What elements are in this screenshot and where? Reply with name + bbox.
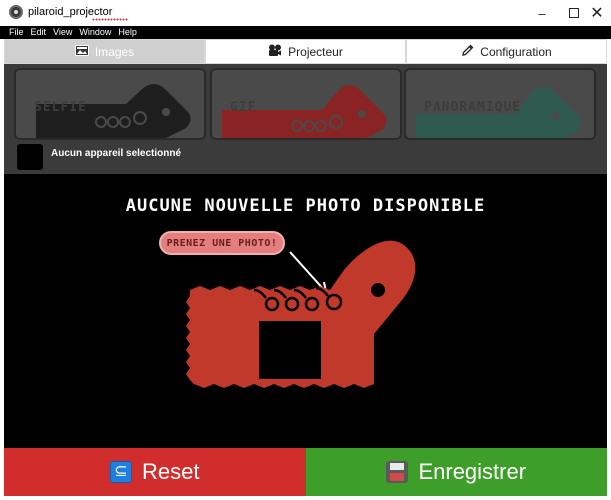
window-title: pilaroid_projector [28,6,128,21]
save-button[interactable]: Enregistrer [305,448,607,496]
reset-label: Reset [142,459,200,484]
mode-label-gif: GIF [230,100,257,115]
photo-area: AUCUNE NOUVELLE PHOTO DISPONIBLE PRENEZ … [4,174,607,448]
projector-icon [268,44,282,60]
menu-file[interactable]: File [9,26,24,39]
hint-text: PRENEZ UNE PHOTO! [166,237,278,249]
app-icon [9,5,23,19]
pencil-icon [461,44,474,60]
mode-label-panoramique: PANORAMIQUE [424,100,522,115]
menu-view[interactable]: View [53,26,72,39]
mode-card-selfie[interactable]: SELFIE [14,68,206,140]
tab-images-label: Images [94,44,135,59]
tab-configuration[interactable]: Configuration [406,39,607,64]
device-status-text: Aucun appareil selectionné [51,148,182,159]
tab-projecteur-label: Projecteur [288,44,343,59]
tab-images[interactable]: Images [4,39,205,64]
save-label: Enregistrer [418,459,527,484]
device-avatar [17,144,43,170]
tab-projecteur[interactable]: Projecteur [205,39,406,64]
window-title-text: pilaroid_projector [28,6,113,18]
menu-bar: File Edit View Window Help [0,26,611,39]
reset-icon: ⊆ [110,461,132,483]
maximize-icon [569,8,579,18]
tab-configuration-label: Configuration [480,44,552,59]
tab-bar: Images Projecteur Configuration [4,39,607,64]
minimize-button[interactable]: – [525,0,559,26]
spellcheck-underline [92,18,128,21]
menu-help[interactable]: Help [118,26,137,39]
menu-window[interactable]: Window [79,26,111,39]
menu-edit[interactable]: Edit [31,26,47,39]
action-bar: ⊆ Reset Enregistrer [4,448,607,496]
title-bar: pilaroid_projector – ✕ [0,0,611,26]
reset-button[interactable]: ⊆ Reset [4,448,306,496]
mode-card-panoramique[interactable]: PANORAMIQUE [404,68,596,140]
camera-illustration [186,240,416,388]
device-panel: SELFIE GIF PANORAMIQUE Aucun appareil se… [4,64,607,174]
close-button[interactable]: ✕ [580,0,611,26]
mode-card-gif[interactable]: GIF [210,68,402,140]
mode-label-selfie: SELFIE [34,100,87,115]
floppy-disk-icon [386,461,409,483]
take-photo-hint: PRENEZ UNE PHOTO! [159,231,285,255]
image-icon [74,44,89,59]
